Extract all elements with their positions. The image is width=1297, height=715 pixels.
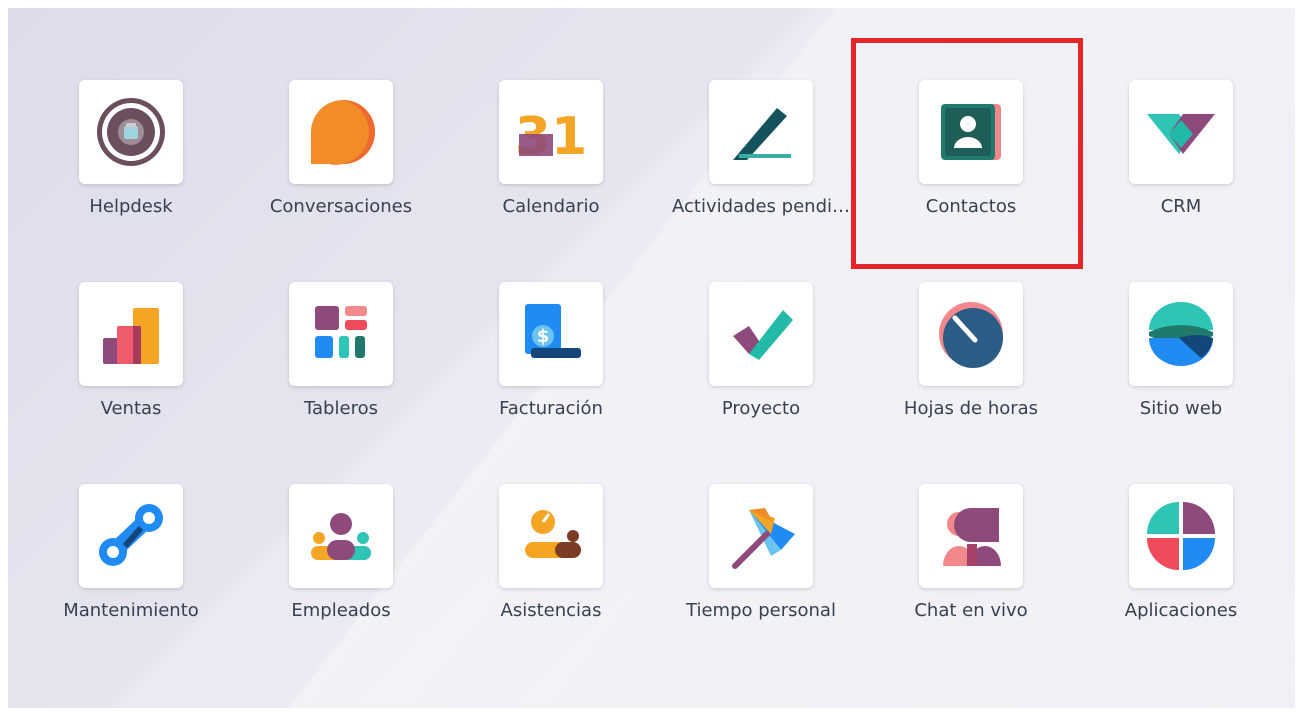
app-facturacion[interactable]: $ Facturación	[466, 210, 636, 419]
app-tile[interactable]	[79, 484, 183, 588]
app-tile[interactable]: 31	[499, 80, 603, 184]
timesheet-clock-icon	[939, 302, 1003, 368]
app-tile[interactable]	[1129, 80, 1233, 184]
apps-grid: Helpdesk Conversaciones 31 Calendario	[8, 8, 1295, 708]
app-proyecto[interactable]: Proyecto	[676, 210, 846, 419]
app-actividades[interactable]: Actividades pendi…	[672, 8, 850, 217]
app-conversaciones[interactable]: Conversaciones	[256, 8, 426, 217]
app-launcher-screen: Helpdesk Conversaciones 31 Calendario	[8, 8, 1295, 708]
app-ventas[interactable]: Ventas	[46, 210, 216, 419]
app-hojas-de-horas[interactable]: Hojas de horas	[886, 210, 1056, 419]
sales-chart-icon	[103, 308, 159, 364]
calendar-icon: 31	[515, 107, 587, 167]
umbrella-icon	[732, 508, 795, 569]
app-calendario[interactable]: 31 Calendario	[466, 8, 636, 217]
app-crm[interactable]: CRM	[1096, 8, 1266, 217]
app-contactos[interactable]: Contactos	[886, 8, 1056, 217]
live-chat-icon	[943, 508, 1001, 566]
app-sitio-web[interactable]: Sitio web	[1096, 210, 1266, 419]
crm-handshake-icon	[1147, 114, 1215, 154]
app-tile[interactable]	[709, 282, 813, 386]
app-asistencias[interactable]: Asistencias	[466, 412, 636, 621]
attendance-icon	[525, 510, 581, 558]
dashboard-tiles-icon	[315, 306, 367, 358]
app-tile[interactable]	[709, 80, 813, 184]
app-chat-en-vivo[interactable]: Chat en vivo	[886, 412, 1056, 621]
app-tile[interactable]	[1129, 282, 1233, 386]
app-tile[interactable]	[919, 282, 1023, 386]
project-check-icon	[733, 310, 793, 360]
app-tile[interactable]	[709, 484, 813, 588]
svg-text:$: $	[537, 326, 550, 347]
app-tile[interactable]	[1129, 484, 1233, 588]
helpdesk-icon	[97, 98, 165, 166]
app-helpdesk[interactable]: Helpdesk	[46, 8, 216, 217]
app-label: Empleados	[291, 600, 391, 621]
app-tile[interactable]	[919, 80, 1023, 184]
app-label: Aplicaciones	[1124, 600, 1238, 621]
contacts-icon	[941, 104, 1001, 160]
app-tile[interactable]	[79, 282, 183, 386]
app-mantenimiento[interactable]: Mantenimiento	[46, 412, 216, 621]
app-label: Asistencias	[500, 600, 602, 621]
app-tiempo-personal[interactable]: Tiempo personal	[676, 412, 846, 621]
maintenance-link-icon	[99, 504, 163, 566]
app-label: Tiempo personal	[686, 600, 836, 621]
app-empleados[interactable]: Empleados	[256, 412, 426, 621]
pencil-activity-icon	[733, 108, 791, 160]
app-label: Chat en vivo	[914, 600, 1028, 621]
employees-group-icon	[311, 513, 371, 560]
app-label: Mantenimiento	[63, 600, 199, 621]
invoice-icon: $	[525, 304, 581, 358]
app-tableros[interactable]: Tableros	[256, 210, 426, 419]
app-tile[interactable]	[289, 80, 393, 184]
app-tile[interactable]	[499, 484, 603, 588]
app-tile[interactable]	[289, 484, 393, 588]
app-tile[interactable]: $	[499, 282, 603, 386]
app-tile[interactable]	[919, 484, 1023, 588]
apps-quadrant-icon	[1147, 502, 1215, 570]
conversation-bubble-icon	[311, 100, 375, 165]
app-tile[interactable]	[289, 282, 393, 386]
app-tile[interactable]	[79, 80, 183, 184]
app-aplicaciones[interactable]: Aplicaciones	[1096, 412, 1266, 621]
website-globe-icon	[1149, 302, 1213, 366]
